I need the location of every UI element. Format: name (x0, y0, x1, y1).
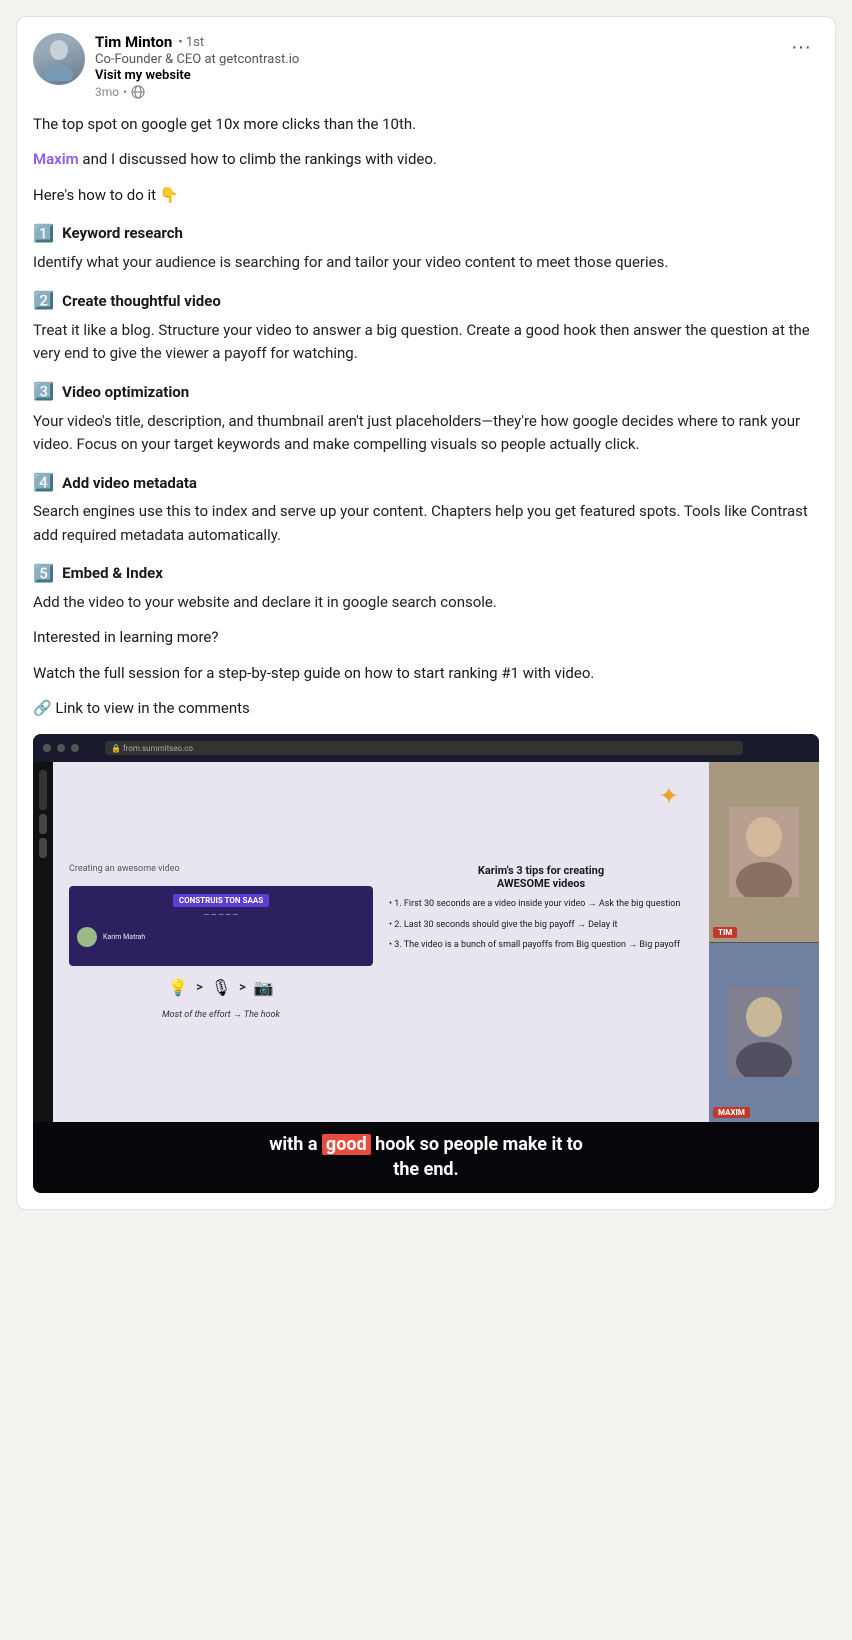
more-options-button[interactable]: ··· (783, 33, 819, 61)
screen-avatar-row: Karim Matrah (77, 927, 365, 947)
dot-2 (57, 744, 65, 752)
step-5-body: Add the video to your website and declar… (33, 591, 819, 614)
comments-link[interactable]: 🔗 Link to view in the comments (33, 697, 819, 720)
step-2-body: Treat it like a blog. Structure your vid… (33, 319, 819, 366)
step-1-title: Keyword research (62, 222, 183, 245)
cam-bottom-label: MAXIM (713, 1107, 750, 1118)
step-1-heading: 1️⃣ Keyword research (33, 221, 819, 247)
intro-line2: Maxim and I discussed how to climb the r… (33, 148, 819, 171)
subtitle-post: hook so people make it to (371, 1134, 583, 1155)
step-5-heading: 5️⃣ Embed & Index (33, 561, 819, 587)
tips-panel: Karim's 3 tips for creatingAWESOME video… (389, 864, 693, 1020)
cam-top-label: TIM (713, 927, 737, 938)
mic-icon: 🎙 (211, 978, 231, 997)
tip-2: • 2. Last 30 seconds should give the big… (389, 919, 693, 932)
maxim-person-svg (729, 987, 799, 1077)
link-icon: 🔗 (33, 699, 52, 717)
video-caption: Most of the effort → The hook (162, 1009, 280, 1020)
slides-panel: Creating an awesome video CONSTRUIS TON … (69, 864, 373, 1020)
post-time: 3mo (95, 85, 119, 99)
step-4-body: Search engines use this to index and ser… (33, 500, 819, 547)
video-content-area: ✦ Creating an awesome video CONSTRUIS TO… (53, 762, 709, 1122)
subtitle-line2: the end. (393, 1159, 459, 1180)
tip-1: • 1. First 30 seconds are a video inside… (389, 898, 693, 911)
arrow-right-1: > (196, 980, 203, 995)
mini-person-name: Karim Matrah (103, 933, 145, 941)
tip-3: • 3. The video is a bunch of small payof… (389, 939, 693, 952)
author-badge: • 1st (178, 35, 204, 50)
avatar[interactable] (33, 33, 85, 85)
video-left-panel (33, 762, 53, 1122)
url-bar: 🔒 from.summitseo.co (105, 741, 743, 755)
author-website-link[interactable]: Visit my website (95, 68, 299, 83)
mention-maxim[interactable]: Maxim (33, 150, 79, 168)
step-4-title: Add video metadata (62, 472, 197, 495)
step-3-title: Video optimization (62, 381, 189, 404)
step-5-title: Embed & Index (62, 562, 163, 585)
step-3-body: Your video's title, description, and thu… (33, 410, 819, 457)
subtitle-text: with a good hook so people make it to th… (49, 1132, 803, 1182)
camera-column: TIM MAXIM (709, 762, 819, 1122)
creating-label: Creating an awesome video (69, 864, 180, 874)
cta2: Watch the full session for a step-by-ste… (33, 662, 819, 685)
step-2-heading: 2️⃣ Create thoughtful video (33, 288, 819, 314)
post-meta: 3mo • (95, 85, 299, 99)
subtitle-highlight-word: good (322, 1134, 371, 1155)
step-2-number: 2️⃣ (33, 288, 54, 314)
dot-3 (71, 744, 79, 752)
step-3-heading: 3️⃣ Video optimization (33, 379, 819, 405)
author-title: Co-Founder & CEO at getcontrast.io (95, 52, 299, 67)
link-text: Link to view in the comments (55, 699, 249, 717)
subtitles-bar: with a good hook so people make it to th… (33, 1122, 819, 1192)
step-4-heading: 4️⃣ Add video metadata (33, 470, 819, 496)
post-header: Tim Minton • 1st Co-Founder & CEO at get… (33, 33, 819, 99)
post-card: Tim Minton • 1st Co-Founder & CEO at get… (16, 16, 836, 1210)
separator: • (123, 85, 127, 99)
intro-line1: The top spot on google get 10x more clic… (33, 113, 819, 136)
tim-person-svg (729, 807, 799, 897)
step-2-title: Create thoughtful video (62, 290, 221, 313)
icons-row: 💡 > 🎙 > 📷 (168, 978, 274, 997)
step-4-number: 4️⃣ (33, 470, 54, 496)
video-thumbnail[interactable]: 🔒 from.summitseo.co ✦ Creating an awesom… (33, 734, 819, 1192)
dot-1 (43, 744, 51, 752)
tips-title: Karim's 3 tips for creatingAWESOME video… (389, 864, 693, 890)
mini-avatar (77, 927, 97, 947)
post-body: The top spot on google get 10x more clic… (33, 113, 819, 720)
screen-sub: — — — — — (77, 911, 365, 919)
step-5-number: 5️⃣ (33, 561, 54, 587)
arrow-right-2: > (239, 980, 246, 995)
cam-top-tim: TIM (709, 762, 819, 942)
intro-line3: Here's how to do it 👇 (33, 184, 819, 207)
step-3-number: 3️⃣ (33, 379, 54, 405)
author-section: Tim Minton • 1st Co-Founder & CEO at get… (33, 33, 299, 99)
video-content-inner: Creating an awesome video CONSTRUIS TON … (69, 864, 693, 1020)
author-info: Tim Minton • 1st Co-Founder & CEO at get… (95, 33, 299, 99)
url-text: 🔒 from.summitseo.co (111, 744, 193, 753)
cam-bottom-maxim: MAXIM (709, 942, 819, 1123)
cta1: Interested in learning more? (33, 626, 819, 649)
author-name: Tim Minton (95, 33, 172, 51)
screen-mock: CONSTRUIS TON SAAS — — — — — Karim Matra… (69, 886, 373, 966)
video-top-bar: 🔒 from.summitseo.co (33, 734, 819, 762)
step-1-body: Identify what your audience is searching… (33, 251, 819, 274)
author-name-row: Tim Minton • 1st (95, 33, 299, 51)
bulb-icon: 💡 (168, 978, 188, 997)
intro-line2-suffix: and I discussed how to climb the ranking… (79, 150, 437, 168)
globe-icon (131, 85, 145, 99)
screen-title: CONSTRUIS TON SAAS (173, 894, 269, 907)
video-main-area: ✦ Creating an awesome video CONSTRUIS TO… (33, 762, 819, 1122)
step-1-number: 1️⃣ (33, 221, 54, 247)
star-decoration: ✦ (659, 782, 679, 810)
subtitle-pre: with a (269, 1134, 322, 1155)
camera-icon: 📷 (254, 978, 274, 997)
